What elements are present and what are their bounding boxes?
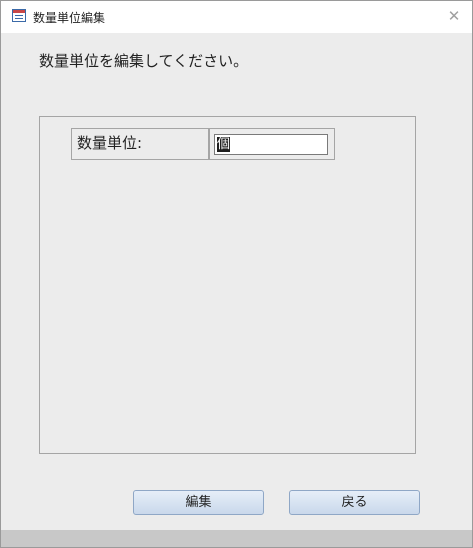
instruction-text: 数量単位を編集してください。 bbox=[39, 52, 249, 70]
back-button[interactable]: 戻る bbox=[289, 490, 420, 515]
status-bar bbox=[1, 530, 472, 547]
title-bar[interactable]: 数量単位編集 ✕ bbox=[1, 1, 472, 33]
quantity-unit-label: 数量単位: bbox=[71, 128, 209, 160]
edit-button[interactable]: 編集 bbox=[133, 490, 264, 515]
close-icon[interactable]: ✕ bbox=[445, 7, 463, 25]
quantity-unit-input[interactable]: 個 bbox=[214, 134, 328, 155]
quantity-unit-value: 個 bbox=[217, 137, 231, 152]
form-icon bbox=[12, 9, 26, 22]
window-title: 数量単位編集 bbox=[33, 11, 106, 25]
form-group-box bbox=[39, 116, 416, 454]
dialog-window: 数量単位編集 ✕ 数量単位を編集してください。 数量単位: 個 編集 戻る bbox=[0, 0, 473, 548]
